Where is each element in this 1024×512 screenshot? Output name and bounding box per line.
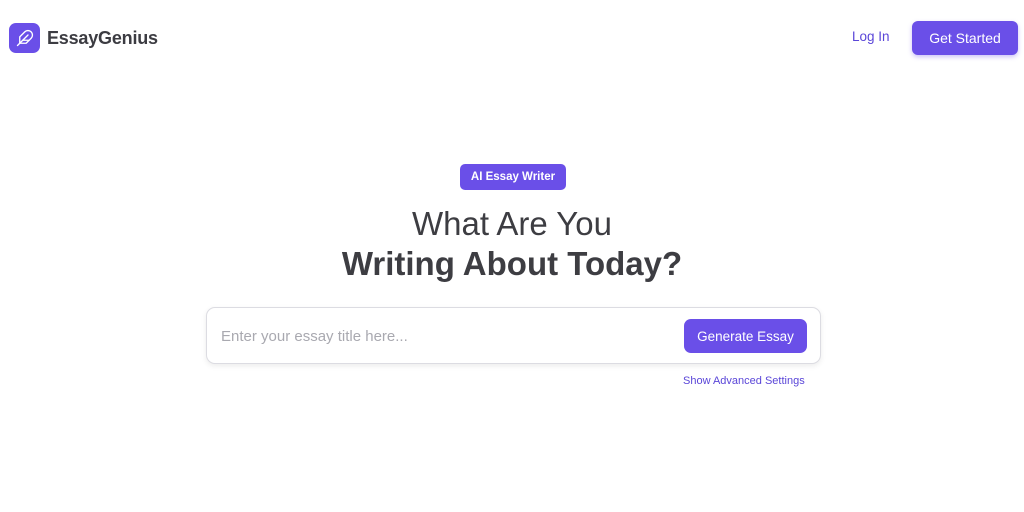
login-link[interactable]: Log In [852,29,890,47]
essay-title-input[interactable] [221,324,671,348]
feather-icon [9,23,40,53]
show-advanced-settings-link[interactable]: Show Advanced Settings [683,375,813,389]
headline-line-2: Writing About Today? [341,245,683,282]
top-navbar: EssayGenius Log In Get Started [0,0,1024,76]
generate-essay-button[interactable]: Generate Essay [684,319,807,353]
brand-name: EssayGenius [47,27,158,48]
get-started-button[interactable]: Get Started [912,21,1018,55]
ai-essay-writer-badge: AI Essay Writer [460,164,566,190]
headline-line-1: What Are You [412,205,612,242]
brand-logo[interactable]: EssayGenius [9,23,158,53]
essay-title-form: Generate Essay [206,307,821,364]
